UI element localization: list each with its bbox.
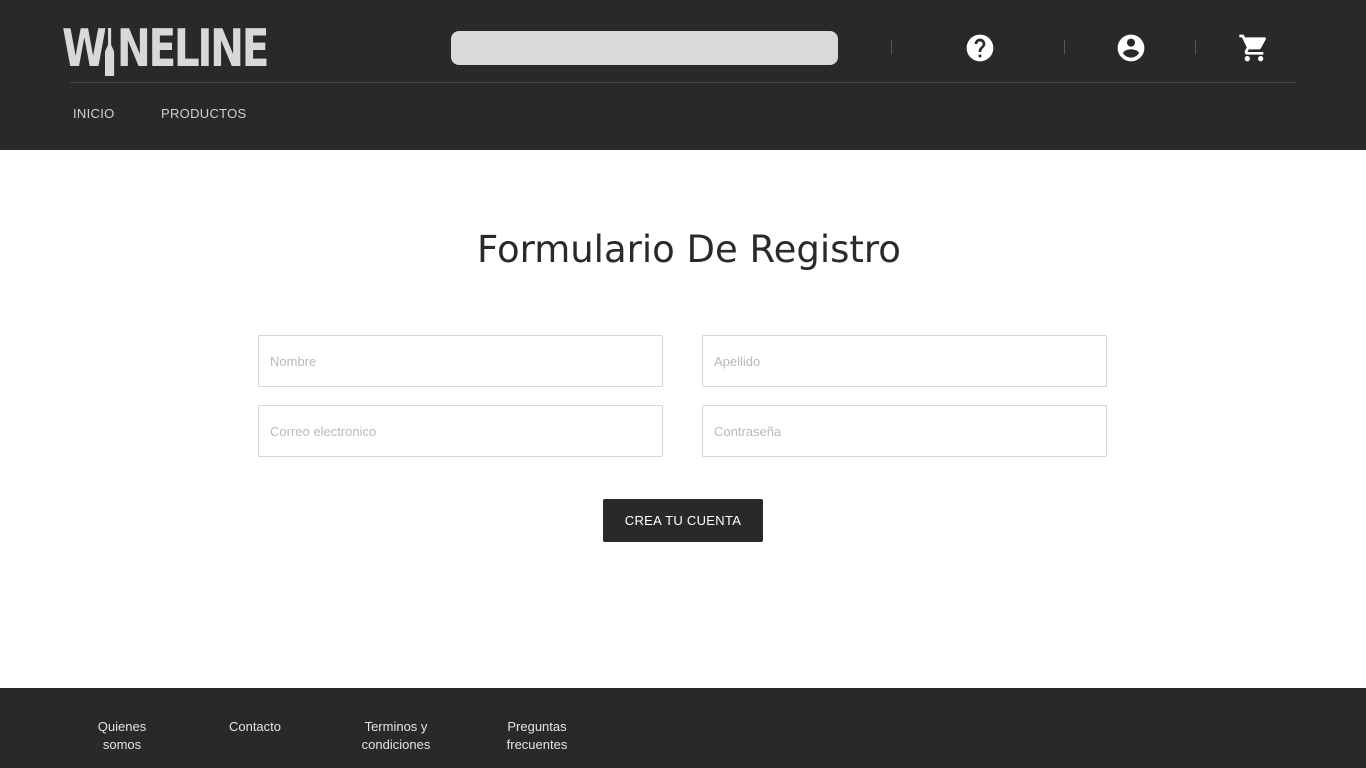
footer-link-contacto[interactable]: Contacto [224, 718, 286, 736]
site-header: W NELINE INICIO PRODUCTOS [0, 0, 1366, 150]
footer-link-quienes-somos[interactable]: Quienes somos [96, 718, 148, 754]
nombre-field[interactable] [258, 335, 663, 387]
header-divider [891, 40, 892, 54]
apellido-field[interactable] [702, 335, 1107, 387]
page-title: Formulario De Registro [477, 228, 901, 271]
shopping-cart-icon [1239, 34, 1267, 62]
logo-wordmark: W NELINE [62, 19, 269, 79]
site-footer: Quienes somos Contacto Terminos y condic… [0, 688, 1366, 768]
footer-link-preguntas[interactable]: Preguntas frecuentes [502, 718, 572, 754]
footer-link-terminos[interactable]: Terminos y condiciones [356, 718, 436, 754]
email-field[interactable] [258, 405, 663, 457]
header-divider [1195, 40, 1196, 54]
search-input[interactable] [451, 31, 838, 65]
header-divider-line [70, 82, 1296, 83]
account-button[interactable] [1115, 32, 1147, 64]
password-field[interactable] [702, 405, 1107, 457]
help-button[interactable] [964, 32, 996, 64]
account-circle-icon [1117, 34, 1145, 62]
nav-link-productos[interactable]: PRODUCTOS [161, 106, 247, 121]
create-account-button[interactable]: CREA TU CUENTA [603, 499, 763, 542]
header-divider [1064, 40, 1065, 54]
cart-button[interactable] [1238, 32, 1270, 64]
wineline-logo[interactable]: W NELINE [62, 22, 325, 76]
help-circle-icon [966, 34, 994, 62]
wine-bottle-icon [105, 28, 115, 76]
nav-link-inicio[interactable]: INICIO [73, 106, 115, 121]
